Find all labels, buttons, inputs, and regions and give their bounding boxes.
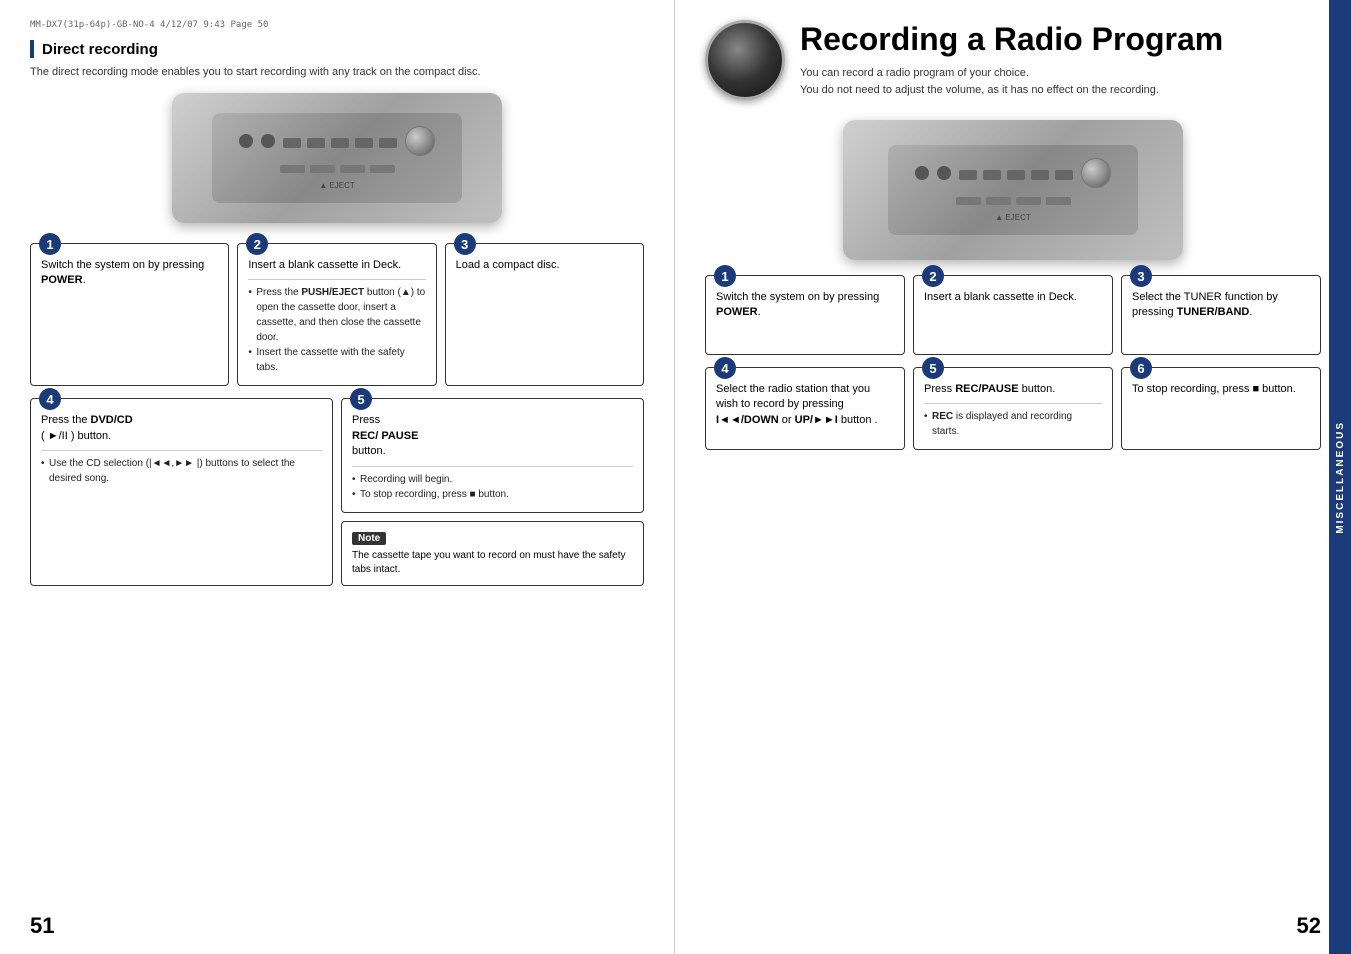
right-step-1-box: 1 Switch the system on by pressing POWER… bbox=[705, 275, 905, 355]
right-step-4-number: 4 bbox=[714, 357, 736, 379]
right-step-6-box: 6 To stop recording, press ■ button. bbox=[1121, 367, 1321, 450]
title-subtitle: You can record a radio program of your c… bbox=[800, 65, 1223, 98]
right-step-5-box: 5 Press REC/PAUSE button. REC is display… bbox=[913, 367, 1113, 450]
right-step-6-content: To stop recording, press ■ button. bbox=[1132, 382, 1310, 397]
step-1-number: 1 bbox=[39, 233, 61, 255]
step-3-content: Load a compact disc. bbox=[456, 258, 633, 273]
step-4-box: 4 Press the DVD/CD( ►/II ) button. Use t… bbox=[30, 398, 333, 585]
right-step-5-number: 5 bbox=[922, 357, 944, 379]
step-3-number: 3 bbox=[454, 233, 476, 255]
note-text: The cassette tape you want to record on … bbox=[352, 549, 633, 577]
step-3-box: 3 Load a compact disc. bbox=[445, 243, 644, 386]
device-image-right-container: ▲ EJECT bbox=[705, 120, 1321, 260]
right-step-3-number: 3 bbox=[1130, 265, 1152, 287]
step-2-number: 2 bbox=[246, 233, 268, 255]
misc-label-container: MISCELLANEOUS bbox=[1329, 0, 1351, 954]
title-logo-circle bbox=[705, 20, 785, 100]
step-5-bullet-2: To stop recording, press ■ button. bbox=[352, 487, 633, 502]
step-5-content: PressREC/ PAUSEbutton. bbox=[352, 413, 633, 459]
right-step-2-content: Insert a blank cassette in Deck. bbox=[924, 290, 1102, 305]
device-screen-right: ▲ EJECT bbox=[888, 145, 1138, 235]
steps-row-2: 4 Press the DVD/CD( ►/II ) button. Use t… bbox=[30, 398, 644, 585]
step-2-box: 2 Insert a blank cassette in Deck. Press… bbox=[237, 243, 436, 386]
page-number-left: 51 bbox=[30, 913, 54, 939]
step-4-content: Press the DVD/CD( ►/II ) button. bbox=[41, 413, 322, 444]
section-heading: Direct recording bbox=[30, 40, 644, 58]
device-buttons bbox=[283, 138, 397, 148]
device-knob-left bbox=[405, 126, 435, 156]
page-right: Recording a Radio Program You can record… bbox=[675, 0, 1351, 954]
right-steps-row-2: 4 Select the radio station that you wish… bbox=[705, 367, 1321, 450]
right-step-3-box: 3 Select the TUNER function by pressing … bbox=[1121, 275, 1321, 355]
step-5-number: 5 bbox=[350, 388, 372, 410]
right-step-4-content: Select the radio station that you wish t… bbox=[716, 382, 894, 428]
page-title: Recording a Radio Program bbox=[800, 22, 1223, 57]
device-image-left: ▲ EJECT bbox=[172, 93, 502, 223]
right-steps-row-1: 1 Switch the system on by pressing POWER… bbox=[705, 275, 1321, 355]
step-1-box: 1 Switch the system on by pressing POWER… bbox=[30, 243, 229, 386]
note-box: Note The cassette tape you want to recor… bbox=[341, 521, 644, 586]
steps-row-1: 1 Switch the system on by pressing POWER… bbox=[30, 243, 644, 386]
page-left: MM-DX7(31p-64p)-GB-NO-4 4/12/07 9:43 Pag… bbox=[0, 0, 675, 954]
right-step-3-content: Select the TUNER function by pressing TU… bbox=[1132, 290, 1310, 321]
device-buttons-right bbox=[959, 170, 1073, 180]
step-5-bullet-1: Recording will begin. bbox=[352, 472, 633, 487]
section-title: Direct recording bbox=[42, 41, 158, 58]
title-text-area: Recording a Radio Program You can record… bbox=[800, 22, 1223, 98]
right-step-2-number: 2 bbox=[922, 265, 944, 287]
section-description: The direct recording mode enables you to… bbox=[30, 66, 644, 78]
step-2-bullet-2: Insert the cassette with the safety tabs… bbox=[248, 345, 425, 375]
step-4-bullet-1: Use the CD selection (|◄◄,►► |) buttons … bbox=[41, 456, 322, 486]
step-1-content: Switch the system on by pressing POWER. bbox=[41, 258, 218, 289]
device-screen-left: ▲ EJECT bbox=[212, 113, 462, 203]
step-4-bullets: Use the CD selection (|◄◄,►► |) buttons … bbox=[41, 450, 322, 486]
device-image-right: ▲ EJECT bbox=[843, 120, 1183, 260]
step-2-bullet-1: Press the PUSH/EJECT button (▲) to open … bbox=[248, 285, 425, 345]
right-step-5-bullet-1: REC is displayed and recording starts. bbox=[924, 409, 1102, 439]
right-step-5-content: Press REC/PAUSE button. bbox=[924, 382, 1102, 397]
step-2-bullets: Press the PUSH/EJECT button (▲) to open … bbox=[248, 279, 425, 375]
section-bar-decoration bbox=[30, 40, 34, 58]
note-label: Note bbox=[352, 532, 386, 545]
step-2-content: Insert a blank cassette in Deck. bbox=[248, 258, 425, 273]
right-step-2-box: 2 Insert a blank cassette in Deck. bbox=[913, 275, 1113, 355]
right-step-6-number: 6 bbox=[1130, 357, 1152, 379]
header-bar: MM-DX7(31p-64p)-GB-NO-4 4/12/07 9:43 Pag… bbox=[30, 20, 644, 30]
step-5-bullets: Recording will begin. To stop recording,… bbox=[352, 466, 633, 502]
right-step-1-content: Switch the system on by pressing POWER. bbox=[716, 290, 894, 321]
right-step-5-bullets: REC is displayed and recording starts. bbox=[924, 403, 1102, 439]
right-step-1-number: 1 bbox=[714, 265, 736, 287]
page-number-right: 52 bbox=[1297, 913, 1321, 939]
device-knob-right bbox=[1081, 158, 1111, 188]
title-section: Recording a Radio Program You can record… bbox=[705, 20, 1321, 105]
misc-label: MISCELLANEOUS bbox=[1335, 421, 1346, 534]
step-5-box: 5 PressREC/ PAUSEbutton. Recording will … bbox=[341, 398, 644, 512]
right-step-4-box: 4 Select the radio station that you wish… bbox=[705, 367, 905, 450]
step-4-number: 4 bbox=[39, 388, 61, 410]
